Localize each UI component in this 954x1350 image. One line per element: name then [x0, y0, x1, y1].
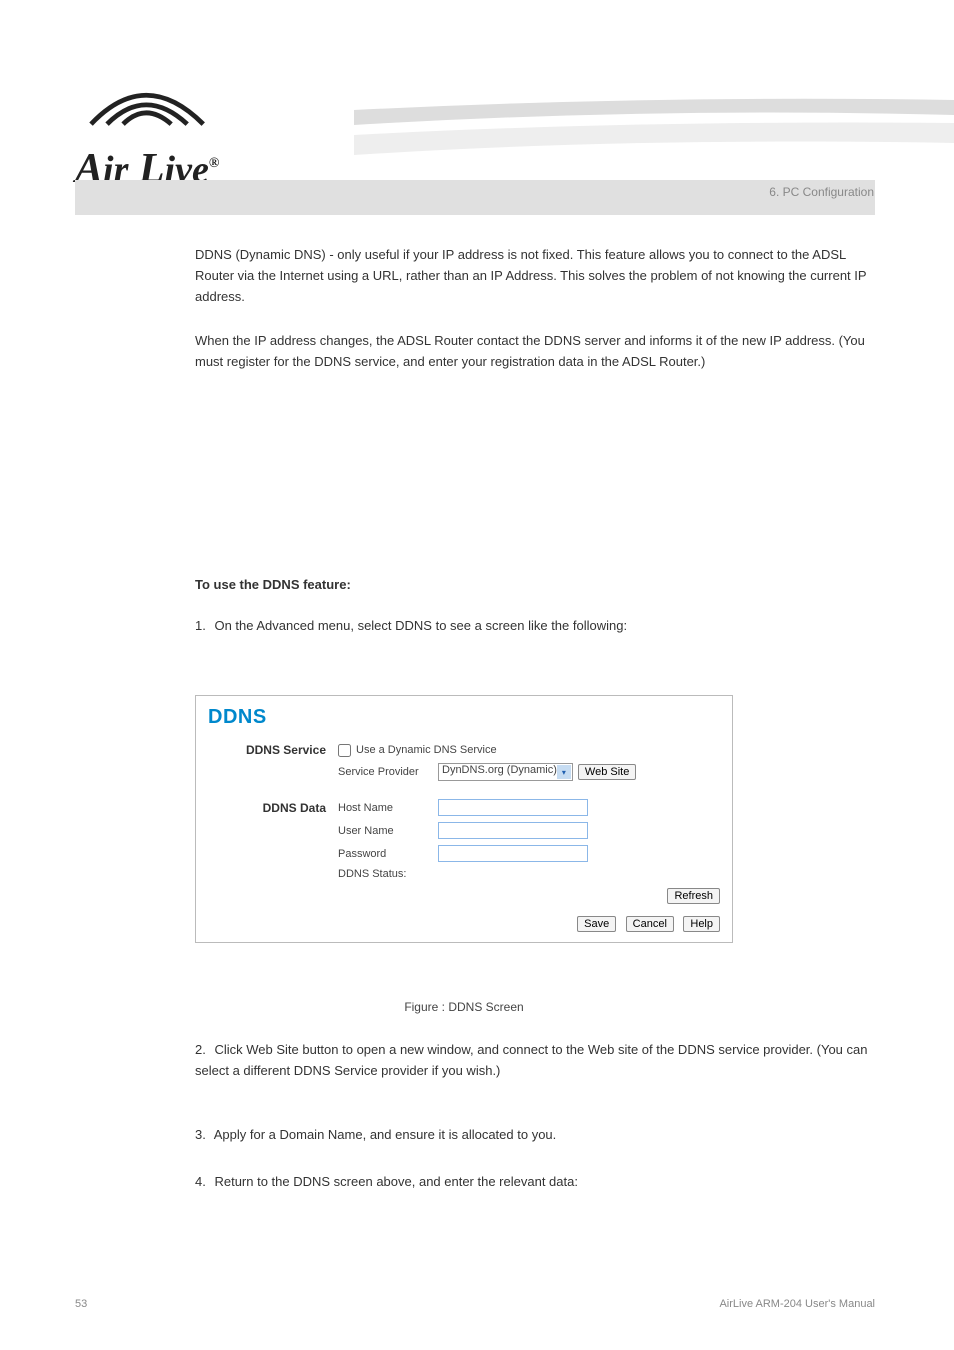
step-number: 1. — [195, 618, 211, 633]
website-button[interactable]: Web Site — [578, 764, 636, 780]
password-input[interactable] — [438, 845, 588, 862]
paragraph-ddns-detail: When the IP address changes, the ADSL Ro… — [195, 331, 875, 373]
ddns-status-label: DDNS Status: — [338, 868, 438, 880]
ddns-config-screenshot: DDNS DDNS Service Use a Dynamic DNS Serv… — [195, 695, 733, 943]
service-provider-select[interactable]: DynDNS.org (Dynamic) ▾ — [438, 763, 573, 781]
use-ddns-checkbox[interactable] — [338, 744, 351, 757]
page-number: 53 — [75, 1298, 87, 1310]
brand-logo: Air Live® — [75, 60, 219, 193]
step-3: 3. Apply for a Domain Name, and ensure i… — [195, 1125, 875, 1146]
step-text: Apply for a Domain Name, and ensure it i… — [214, 1127, 557, 1142]
ddns-data-section-label: DDNS Data — [208, 801, 338, 815]
chapter-bar — [75, 180, 875, 215]
help-button[interactable]: Help — [683, 916, 720, 932]
step-2: 2. Click Web Site button to open a new w… — [195, 1040, 875, 1082]
chapter-title: 6. PC Configuration — [769, 185, 874, 199]
password-label: Password — [338, 848, 438, 860]
section-heading: To use the DDNS feature: — [195, 575, 351, 596]
service-provider-value: DynDNS.org (Dynamic) — [438, 763, 573, 781]
step-4: 4. Return to the DDNS screen above, and … — [195, 1172, 875, 1193]
header-swoosh — [354, 95, 954, 155]
page-footer: 53 AirLive ARM-204 User's Manual — [75, 1298, 875, 1310]
step-number: 4. — [195, 1174, 211, 1189]
product-name: AirLive ARM-204 User's Manual — [719, 1298, 875, 1310]
cancel-button[interactable]: Cancel — [626, 916, 674, 932]
user-name-input[interactable] — [438, 822, 588, 839]
save-button[interactable]: Save — [577, 916, 616, 932]
service-provider-label: Service Provider — [338, 766, 438, 778]
wifi-icon — [75, 60, 219, 140]
use-ddns-label: Use a Dynamic DNS Service — [356, 744, 497, 756]
ddns-service-section-label: DDNS Service — [208, 743, 338, 757]
refresh-button[interactable]: Refresh — [667, 888, 720, 904]
step-number: 3. — [195, 1127, 211, 1142]
user-name-label: User Name — [338, 825, 438, 837]
step-number: 2. — [195, 1042, 211, 1057]
paragraph-ddns-intro: DDNS (Dynamic DNS) - only useful if your… — [195, 245, 875, 307]
host-name-label: Host Name — [338, 802, 438, 814]
panel-title: DDNS — [208, 706, 720, 729]
figure-caption: Figure : DDNS Screen — [195, 1000, 733, 1014]
step-text: Return to the DDNS screen above, and ent… — [214, 1174, 578, 1189]
host-name-input[interactable] — [438, 799, 588, 816]
chevron-down-icon: ▾ — [557, 765, 571, 779]
step-text: Click Web Site button to open a new wind… — [195, 1042, 867, 1078]
step-text: On the Advanced menu, select DDNS to see… — [214, 618, 627, 633]
step-1: 1. On the Advanced menu, select DDNS to … — [195, 616, 875, 637]
